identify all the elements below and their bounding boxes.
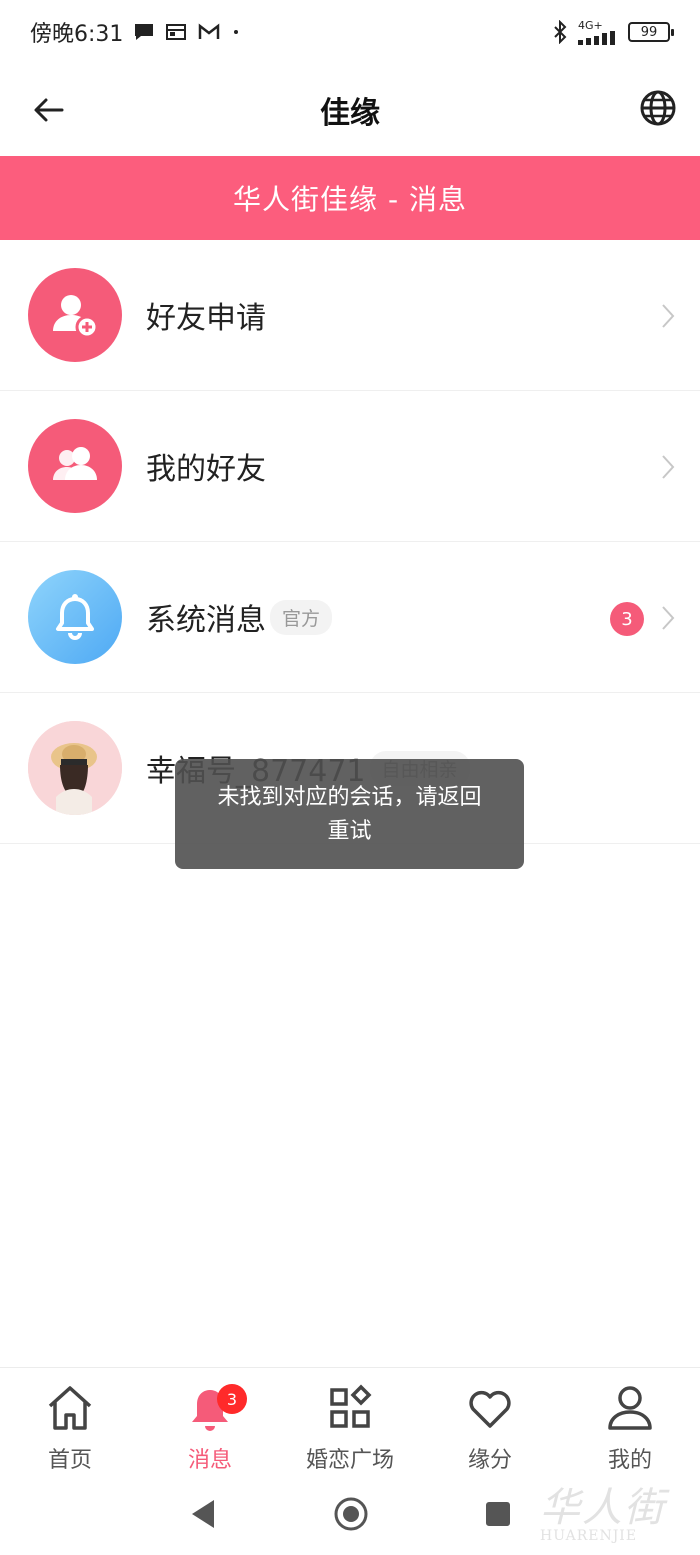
list-item-my-friends[interactable]: 我的好友 [0,391,700,542]
message-list: 好友申请 我的好友 系统消息 官方 3 幸福号_877471 自由相亲 [0,240,700,844]
battery-level: 99 [640,24,658,40]
signal-icon: 4G+ [578,20,618,45]
banner-text: 华人街佳缘 - 消息 [233,183,467,216]
list-item-label: 好友申请 [146,301,266,336]
person-icon [608,1386,652,1430]
list-item-label: 系统消息 [146,603,266,638]
system-home-icon[interactable] [333,1496,369,1536]
error-toast: 未找到对应的会话，请返回重试 [175,759,524,869]
status-bar: 傍晚6:31 4G+ 99 [0,0,700,64]
tab-square[interactable]: 婚恋广场 [280,1368,420,1477]
bottom-tab-bar: 首页 3 消息 婚恋广场 缘分 我的 [0,1367,700,1477]
user-avatar [28,721,122,815]
tab-profile[interactable]: 我的 [560,1368,700,1477]
watermark-brand: 华人街 [540,1485,666,1531]
grid-icon [330,1384,372,1428]
chevron-right-icon [660,604,676,632]
bell-icon [28,570,122,664]
watermark-logo: 华人街 HUARENJIE [540,1488,680,1548]
back-arrow-icon[interactable] [30,90,70,130]
battery-icon: 99 [628,22,674,42]
section-banner: 华人街佳缘 - 消息 [0,156,700,240]
official-tag: 官方 [270,599,333,635]
chat-notification-icon [133,22,155,42]
gmail-notification-icon [197,22,221,42]
tab-match[interactable]: 缘分 [420,1368,560,1477]
chevron-right-icon [660,302,676,330]
tab-label: 婚恋广场 [305,1448,394,1473]
toast-message: 未找到对应的会话，请返回重试 [217,785,482,844]
chevron-right-icon [660,453,676,481]
tab-messages[interactable]: 3 消息 [140,1368,280,1477]
system-recents-icon[interactable] [484,1500,512,1532]
list-item-friend-requests[interactable]: 好友申请 [0,240,700,391]
globe-icon[interactable] [638,88,678,128]
page-title: 佳缘 [320,96,380,131]
tab-label: 首页 [47,1448,92,1473]
unread-count-badge: 3 [610,602,644,636]
home-icon [48,1386,92,1430]
friends-icon [28,419,122,513]
list-item-label: 我的好友 [146,452,266,487]
calendar-notification-icon [165,22,187,42]
tab-label: 我的 [607,1448,652,1473]
system-back-icon[interactable] [188,1497,218,1535]
heart-icon [469,1390,511,1428]
app-bar: 佳缘 [0,64,700,156]
tab-unread-badge: 3 [217,1384,247,1414]
more-notifications-dot-icon [231,27,241,37]
tab-label: 消息 [187,1448,232,1473]
bluetooth-icon [552,20,568,44]
tab-label: 缘分 [467,1448,512,1473]
list-item-system-messages[interactable]: 系统消息 官方 3 [0,542,700,693]
add-friend-icon [28,268,122,362]
network-type: 4G+ [578,18,603,32]
tab-home[interactable]: 首页 [0,1368,140,1477]
status-time: 傍晚6:31 [30,22,124,47]
